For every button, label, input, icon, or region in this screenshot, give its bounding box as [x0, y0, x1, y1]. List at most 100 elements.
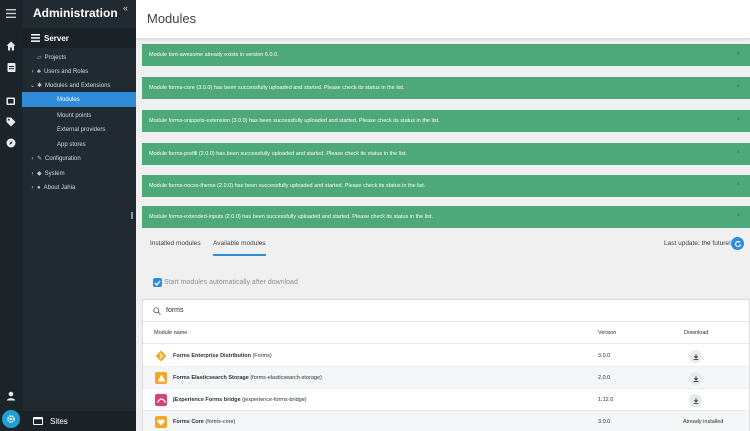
info-icon: ● [37, 184, 41, 191]
module-id: (forms-core) [205, 419, 236, 425]
diamond-icon [155, 350, 167, 362]
notification-text: Module forms-extended-inputs (2.0.0) has… [149, 214, 434, 220]
user-icon[interactable] [0, 387, 22, 405]
sidebar-item-system[interactable]: › ◆ System [22, 166, 136, 181]
close-icon[interactable]: × [736, 182, 740, 188]
module-version: 1.12.0 [598, 397, 614, 403]
sidebar-item-label: External providers [57, 126, 106, 133]
module-name: Forms Core (forms-core) [173, 419, 235, 425]
sidebar-header: Administration « [22, 0, 136, 28]
server-label: Server [44, 33, 69, 43]
module-version: 3.0.0 [598, 353, 611, 359]
wrench-icon: ✎ [37, 156, 43, 162]
close-icon[interactable]: × [736, 150, 740, 156]
refresh-icon [734, 240, 741, 247]
table-row[interactable]: Forms Enterprise Distribution (Forms) 3.… [143, 345, 749, 367]
sidebar-item-label: Mount points [57, 112, 92, 119]
sidebar-item-label: Modules [57, 96, 80, 103]
notification-text: Module forms-core (3.0.0) has been succe… [149, 85, 405, 91]
last-update-text: Last update: the future! [664, 240, 731, 247]
sidebar-item-app-stores[interactable]: App stores [22, 137, 136, 152]
search-icon [153, 306, 161, 315]
sidebar-item-external-providers[interactable]: External providers [22, 122, 136, 137]
folder-icon: ▱ [37, 55, 42, 61]
module-version: 2.0.0 [598, 375, 611, 381]
list-icon [31, 34, 40, 42]
module-title: Forms Core [173, 419, 204, 425]
server-section[interactable]: Server [22, 28, 136, 48]
download-icon [693, 397, 698, 404]
sites-label: Sites [50, 416, 68, 426]
modules-table: Module name Version Download Forms Enter… [142, 299, 750, 431]
gallery-icon[interactable] [0, 92, 22, 110]
tab-available-modules[interactable]: Available modules [213, 240, 266, 256]
download-icon [693, 375, 698, 382]
search-bar [143, 300, 749, 322]
sidebar-item-configuration[interactable]: › ✎ Configuration [22, 151, 136, 166]
column-header-download[interactable]: Download [684, 330, 708, 336]
auto-start-checkbox[interactable] [153, 278, 162, 287]
sidebar-item-about-jahia[interactable]: › ● About Jahia [22, 180, 136, 195]
module-name: Forms Enterprise Distribution (Forms) [173, 353, 272, 359]
collapse-sidebar-icon[interactable]: « [123, 3, 128, 13]
heart-icon [155, 416, 167, 428]
module-id: (jexperience-forms-bridge) [242, 397, 307, 403]
notification: Module forms-nocss-theme (2.0.0) has bee… [142, 175, 750, 197]
sidebar-item-users-and-roles[interactable]: › ♣ Users and Roles [22, 64, 136, 79]
sites-section[interactable]: Sites [22, 411, 136, 431]
sidebar-item-modules-and-extensions[interactable]: ⌄ ✱ Modules and Extensions [22, 78, 136, 93]
sidebar-item-modules[interactable]: Modules [22, 92, 136, 107]
gear-icon[interactable] [2, 410, 20, 428]
table-row[interactable]: jExperience Forms bridge (jexperience-fo… [143, 389, 749, 411]
users-icon: ♣ [37, 68, 41, 75]
home-icon[interactable] [0, 37, 22, 55]
sidebar-item-label: Configuration [45, 155, 81, 162]
clipboard-icon[interactable] [0, 58, 22, 76]
page-header: Modules [136, 0, 750, 39]
module-name: Forms Elasticsearch Storage (forms-elast… [173, 375, 322, 381]
tab-installed-modules[interactable]: Installed modules [150, 240, 201, 247]
tag-icon[interactable] [0, 113, 22, 131]
close-icon[interactable]: × [736, 51, 740, 57]
notification-text: Module forms-prefill (2.0.0) has been su… [149, 151, 408, 157]
module-version: 3.0.0 [598, 419, 611, 425]
download-button[interactable] [689, 394, 702, 407]
table-row[interactable]: Forms Core (forms-core) 3.0.0 Already in… [143, 411, 749, 431]
module-title: jExperience Forms bridge [173, 397, 241, 403]
admin-sidebar: Administration « Server ▱ Projects › ♣ U… [22, 0, 136, 431]
column-header-version[interactable]: Version [598, 330, 616, 336]
sites-icon [33, 417, 43, 425]
system-icon: ◆ [37, 171, 42, 177]
column-header-name[interactable]: Module name [154, 330, 187, 336]
download-button[interactable] [689, 350, 702, 363]
close-icon[interactable]: × [736, 213, 740, 219]
notification-text: Module forms-snippets-extension (3.0.0) … [149, 118, 440, 124]
sidebar-item-projects[interactable]: ▱ Projects [22, 50, 136, 65]
auto-start-label: Start modules automatically after downlo… [164, 279, 298, 286]
resize-handle[interactable] [131, 212, 133, 219]
download-button[interactable] [689, 372, 702, 385]
module-name: jExperience Forms bridge (jexperience-fo… [173, 397, 307, 403]
notification: Module forms-snippets-extension (3.0.0) … [142, 110, 750, 132]
chevron-right-icon: › [31, 170, 34, 177]
close-icon[interactable]: × [736, 117, 740, 123]
chevron-right-icon: › [31, 68, 34, 75]
notification: Module font-awesome already exists in ve… [142, 44, 750, 66]
sidebar-item-mount-points[interactable]: Mount points [22, 108, 136, 123]
module-title: Forms Enterprise Distribution [173, 353, 251, 359]
compass-icon[interactable] [0, 134, 22, 152]
sidebar-item-label: App stores [57, 141, 86, 148]
module-id: (Forms) [252, 353, 272, 359]
refresh-button[interactable] [731, 237, 744, 250]
installed-status: Already installed [683, 419, 724, 425]
notification-text: Module forms-nocss-theme (2.0.0) has bee… [149, 183, 426, 189]
notification: Module forms-core (3.0.0) has been succe… [142, 77, 750, 99]
table-row[interactable]: Forms Elasticsearch Storage (forms-elast… [143, 367, 749, 389]
menu-icon[interactable] [0, 4, 22, 22]
module-title: Forms Elasticsearch Storage [173, 375, 249, 381]
close-icon[interactable]: × [736, 84, 740, 90]
sidebar-item-label: Users and Roles [43, 68, 89, 75]
table-header: Module name Version Download [143, 322, 749, 344]
search-input[interactable] [166, 307, 566, 314]
main-content: Modules Module font-awesome already exis… [136, 0, 750, 431]
